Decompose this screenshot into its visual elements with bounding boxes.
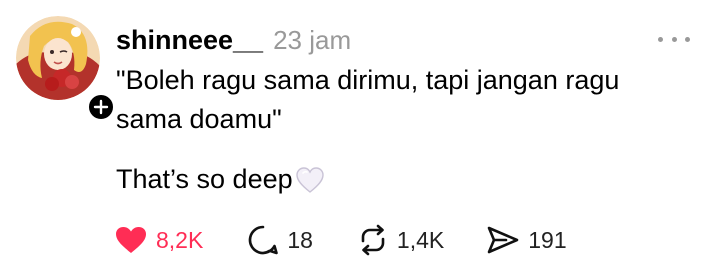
- share-count: 191: [528, 226, 567, 253]
- follow-button[interactable]: [86, 92, 116, 122]
- username[interactable]: shinneee__: [116, 25, 263, 56]
- repost-button[interactable]: 1,4K: [357, 224, 444, 256]
- caption-text: That’s so deep: [116, 164, 293, 194]
- timestamp: 23 jam: [273, 24, 352, 55]
- white-heart-icon: [295, 166, 324, 193]
- thread-post: shinneee__ 23 jam "Boleh ragu sama dirim…: [0, 0, 720, 276]
- more-dot-icon: [658, 36, 663, 42]
- post-header: shinneee__ 23 jam: [116, 22, 351, 58]
- plus-icon: [93, 99, 109, 115]
- like-button[interactable]: 8,2K: [114, 225, 203, 255]
- avatar[interactable]: [16, 16, 100, 100]
- send-icon: [487, 226, 519, 254]
- action-bar: 8,2K 18 1,4K 191: [114, 222, 567, 258]
- heart-filled-icon: [116, 227, 146, 253]
- reply-button[interactable]: 18: [247, 224, 313, 256]
- comment-icon: [249, 225, 279, 255]
- repost-icon: [361, 224, 385, 256]
- like-count: 8,2K: [156, 226, 204, 253]
- post-caption: That’s so deep: [116, 160, 325, 199]
- more-dot-icon: [685, 36, 690, 42]
- avatar-container: [16, 16, 116, 122]
- more-options-button[interactable]: [658, 32, 690, 46]
- more-dot-icon: [671, 36, 677, 42]
- reply-count: 18: [287, 226, 313, 253]
- share-button[interactable]: 191: [486, 225, 567, 255]
- post-text: "Boleh ragu sama dirimu, tapi jangan rag…: [116, 65, 620, 134]
- repost-count: 1,4K: [396, 226, 445, 253]
